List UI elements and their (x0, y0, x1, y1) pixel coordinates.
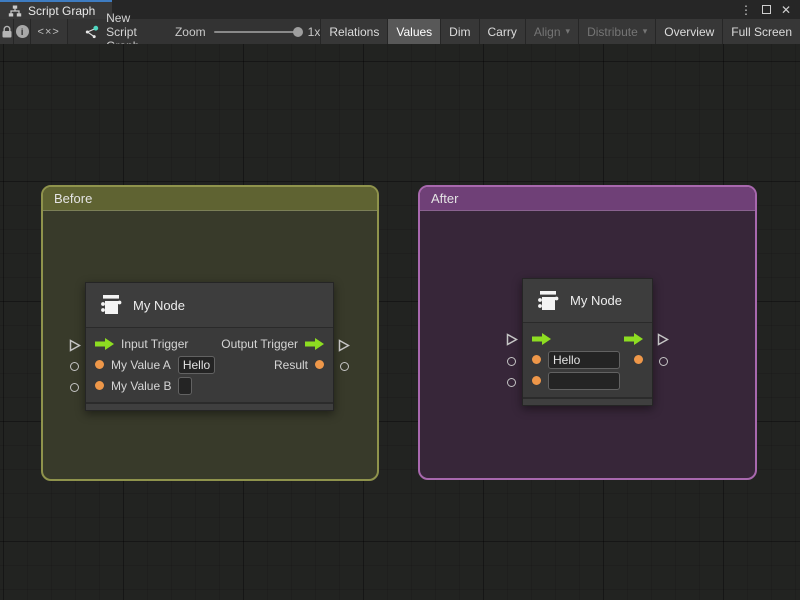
script-graph-icon (8, 5, 22, 17)
value-b-input[interactable] (548, 372, 620, 390)
external-value-output-port[interactable] (340, 362, 349, 371)
port-row (523, 328, 652, 349)
external-value-input-port[interactable] (507, 378, 516, 387)
lock-icon (1, 25, 13, 39)
graph-asset-icon (83, 25, 99, 39)
port-row (523, 349, 652, 370)
value-input-port[interactable] (532, 355, 541, 364)
zoom-label: Zoom (175, 25, 206, 39)
info-icon: i (16, 25, 29, 38)
value-a-input[interactable] (548, 351, 620, 369)
zoom-slider-handle[interactable] (293, 27, 303, 37)
node-icon (534, 289, 560, 313)
maximize-icon[interactable] (762, 5, 771, 14)
port-label: Output Trigger (221, 337, 298, 351)
group-after-title: After (431, 191, 458, 206)
external-value-input-port[interactable] (70, 383, 79, 392)
distribute-dropdown[interactable]: Distribute ▾ (578, 19, 655, 44)
port-row: My Value B (86, 375, 333, 396)
port-label: Result (274, 358, 308, 372)
lock-button[interactable] (0, 19, 13, 44)
value-input-port[interactable] (532, 376, 541, 385)
tab-label: Script Graph (28, 4, 95, 18)
window-controls: ⋮ ✕ (731, 0, 800, 19)
port-row: My Value A Result (86, 354, 333, 375)
flow-output-port[interactable] (305, 338, 324, 350)
external-flow-input-port[interactable] (506, 333, 518, 346)
flow-input-port[interactable] (95, 338, 114, 350)
value-output-port[interactable] (634, 355, 643, 364)
node-footer (86, 402, 333, 410)
port-row: Input Trigger Output Trigger (86, 333, 333, 354)
node-header[interactable]: My Node (86, 283, 333, 328)
overview-button[interactable]: Overview (655, 19, 722, 44)
flow-output-port[interactable] (624, 333, 643, 345)
group-after-header[interactable]: After (420, 187, 755, 211)
graph-canvas[interactable]: Before After My Node (0, 44, 800, 600)
tab-script-graph[interactable]: Script Graph (0, 0, 112, 19)
close-icon[interactable]: ✕ (781, 3, 791, 17)
port-row (523, 370, 652, 391)
code-preview-button[interactable]: <×> (31, 19, 67, 44)
port-label: Input Trigger (121, 337, 188, 351)
node-title: My Node (133, 298, 185, 313)
port-label: My Value A (111, 358, 171, 372)
group-before-header[interactable]: Before (43, 187, 377, 211)
node-header[interactable]: My Node (523, 279, 652, 323)
code-icon: <×> (38, 26, 60, 38)
info-button[interactable]: i (14, 19, 30, 44)
relations-button[interactable]: Relations (320, 19, 387, 44)
zoom-control: Zoom 1x (175, 19, 320, 44)
external-value-output-port[interactable] (659, 357, 668, 366)
external-value-input-port[interactable] (507, 357, 516, 366)
external-flow-output-port[interactable] (338, 339, 350, 352)
node-icon (97, 293, 123, 317)
toolbar: i <×> New Script Graph Zoom 1x Relations… (0, 19, 800, 44)
node-title: My Node (570, 293, 622, 308)
value-input-port[interactable] (95, 360, 104, 369)
node-body (523, 323, 652, 397)
node-my-node-before[interactable]: My Node Input Trigger Output Trigger (85, 282, 334, 411)
external-flow-output-port[interactable] (657, 333, 669, 346)
port-label: My Value B (111, 379, 171, 393)
value-input-port[interactable] (95, 381, 104, 390)
flow-input-port[interactable] (532, 333, 551, 345)
value-b-input[interactable] (178, 377, 192, 395)
dim-button[interactable]: Dim (440, 19, 478, 44)
chevron-down-icon: ▾ (566, 26, 571, 37)
value-a-input[interactable] (178, 356, 215, 374)
zoom-value: 1x (308, 25, 321, 39)
fullscreen-button[interactable]: Full Screen (722, 19, 800, 44)
window-menu-icon[interactable]: ⋮ (740, 3, 752, 17)
value-output-port[interactable] (315, 360, 324, 369)
node-body: Input Trigger Output Trigger My Value A … (86, 328, 333, 402)
carry-button[interactable]: Carry (479, 19, 525, 44)
view-toggle-group: Relations Values Dim Carry Align ▾ Distr… (320, 19, 800, 44)
external-flow-input-port[interactable] (69, 339, 81, 352)
align-dropdown[interactable]: Align ▾ (525, 19, 578, 44)
group-before-title: Before (54, 191, 92, 206)
values-button[interactable]: Values (387, 19, 440, 44)
zoom-slider[interactable] (214, 31, 300, 33)
node-footer (523, 397, 652, 405)
node-my-node-after[interactable]: My Node (522, 278, 653, 406)
external-value-input-port[interactable] (70, 362, 79, 371)
graph-breadcrumb[interactable]: New Script Graph (83, 19, 149, 44)
chevron-down-icon: ▾ (643, 26, 648, 37)
toolbar-separator (67, 19, 68, 44)
